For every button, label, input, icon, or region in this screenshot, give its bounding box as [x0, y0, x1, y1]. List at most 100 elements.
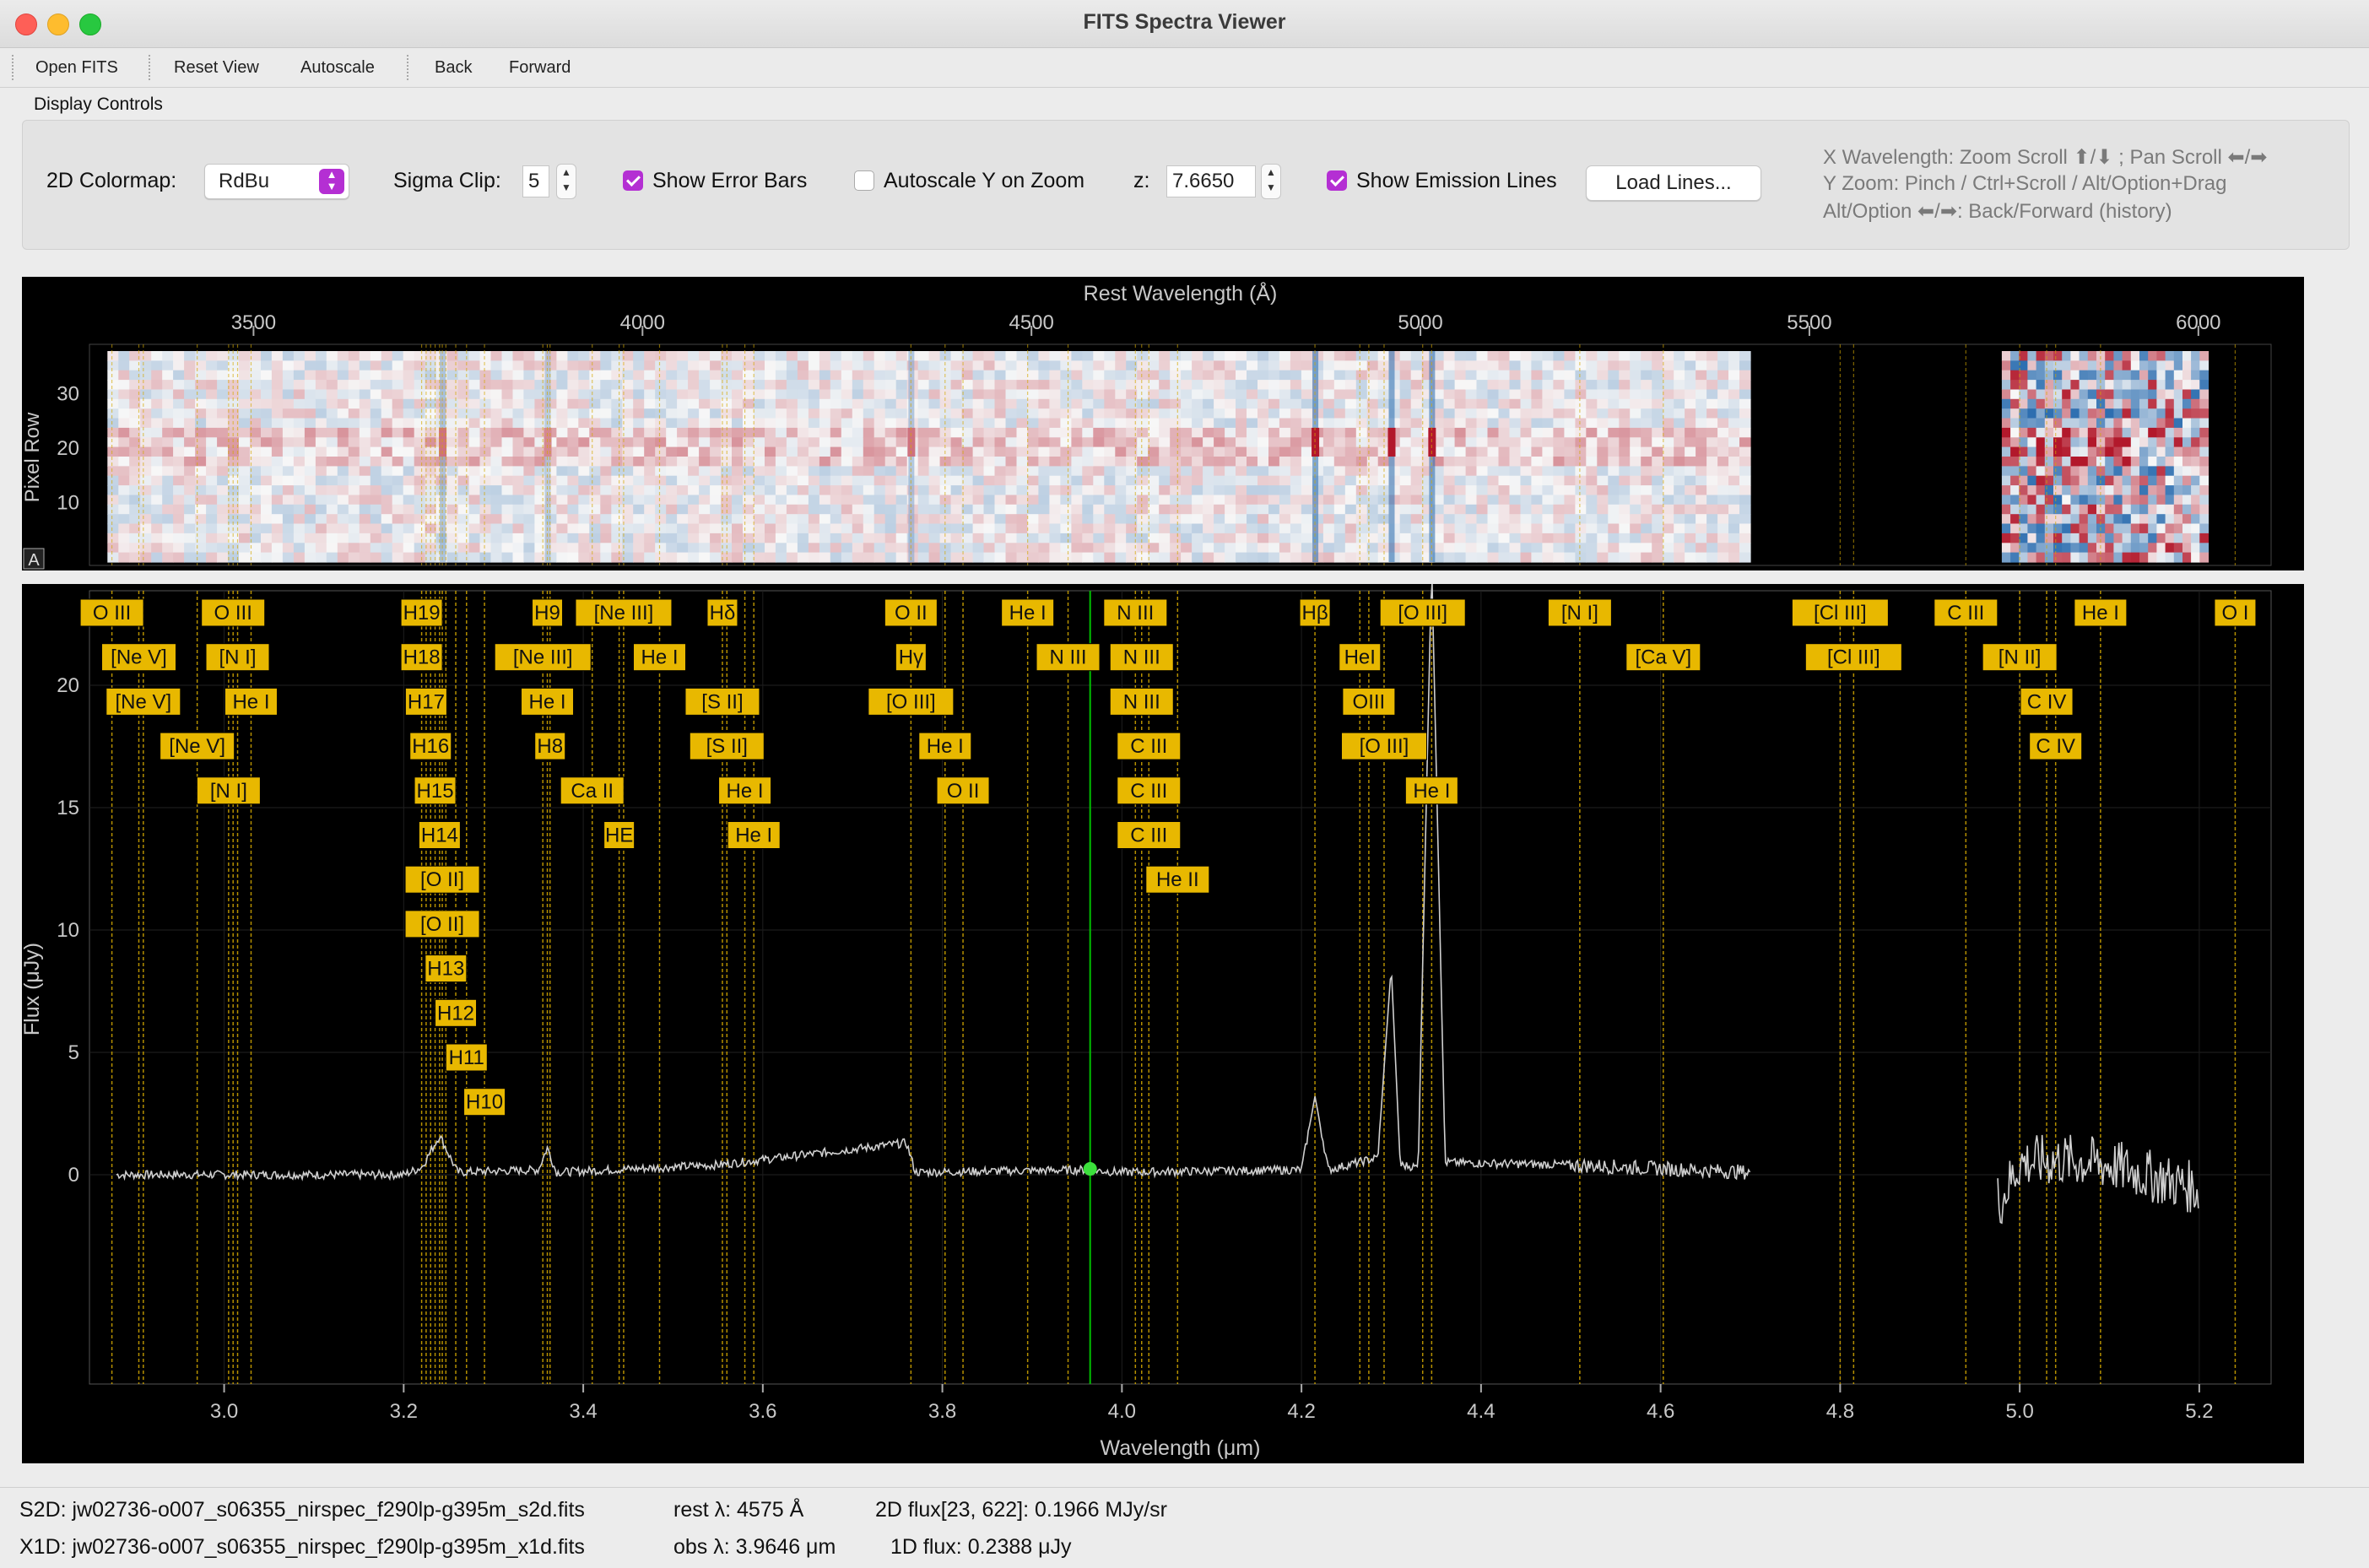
pixel-block — [1663, 543, 1674, 554]
pixel-block — [775, 514, 787, 525]
pixel-block — [2173, 351, 2183, 361]
pixel-block — [304, 427, 316, 438]
rest-tick-label: 5000 — [1398, 311, 1442, 334]
pixel-block — [786, 475, 798, 486]
pixel-block — [381, 457, 393, 467]
pixel-block — [699, 533, 711, 543]
pixel-block — [1465, 466, 1478, 477]
pixel-block — [1575, 360, 1587, 371]
pixel-block — [457, 370, 470, 381]
spectrum-1d-plot[interactable]: 05101520253.03.23.43.63.84.04.24.44.64.8… — [20, 552, 2304, 1463]
pixel-block — [1038, 523, 1050, 534]
pixel-block — [589, 437, 601, 448]
pixel-block — [2191, 437, 2200, 448]
pixel-block — [2173, 504, 2183, 515]
pixel-block — [2053, 523, 2063, 534]
forward-button[interactable]: Forward — [509, 58, 571, 78]
pixel-block — [1454, 552, 1467, 563]
pixel-block — [1082, 398, 1094, 409]
pixel-block — [1268, 389, 1280, 400]
pixel-block — [1093, 351, 1105, 361]
pixel-block — [1225, 533, 1236, 543]
show-emission-lines-checkbox[interactable] — [1327, 170, 1347, 191]
pixel-block — [556, 418, 568, 429]
pixel-block — [414, 446, 426, 457]
rest-tick-label: 6000 — [2176, 311, 2220, 334]
pixel-block — [337, 475, 349, 486]
sigma-clip-stepper[interactable]: ▲ ▼ — [556, 164, 576, 199]
pixel-block — [468, 552, 481, 563]
pixel-block — [972, 523, 985, 534]
pixel-block — [1159, 408, 1171, 419]
pixel-block — [1071, 398, 1083, 409]
pixel-block — [1739, 514, 1751, 525]
back-button[interactable]: Back — [435, 58, 472, 78]
pixel-block — [1597, 389, 1609, 400]
pixel-block — [2139, 380, 2149, 391]
load-lines-button[interactable]: Load Lines... — [1586, 165, 1761, 201]
pixel-block — [797, 457, 809, 467]
pixel-block — [2010, 533, 2020, 543]
pixel-block — [1531, 514, 1543, 525]
pixel-block — [2199, 437, 2209, 448]
pixel-block — [994, 495, 1007, 506]
pixel-block — [239, 495, 251, 506]
sigma-clip-input[interactable]: 5 — [522, 165, 549, 197]
pixel-block — [666, 418, 678, 429]
reset-view-button[interactable]: Reset View — [174, 58, 259, 78]
pixel-block — [765, 398, 776, 409]
pixel-block — [2079, 427, 2089, 438]
pixel-block — [950, 475, 963, 486]
spectrum-1d-canvas[interactable]: 05101520253.03.23.43.63.84.04.24.44.64.8… — [20, 552, 2304, 1463]
emission-line-label: [N I] — [196, 776, 261, 805]
pixel-block — [1586, 398, 1598, 409]
pixel-block — [2173, 418, 2183, 429]
pixel-block — [917, 475, 930, 486]
pixel-block — [1060, 504, 1072, 515]
pixel-block — [2079, 543, 2089, 554]
pixel-block — [819, 418, 831, 429]
spectrum-2d-plot[interactable]: Rest Wavelength (Å) 3500 4000 4500 5000 5500 6… — [21, 277, 2304, 570]
y-tick-label: 0 — [68, 1164, 79, 1187]
autoscale-y-checkbox[interactable] — [854, 170, 874, 191]
pixel-block — [1498, 552, 1511, 563]
pixel-block — [501, 523, 514, 534]
pixel-block — [1728, 418, 1740, 429]
pixel-block — [1301, 533, 1313, 543]
pixel-block — [118, 370, 130, 381]
pixel-block — [1049, 398, 1061, 409]
pixel-block — [337, 552, 349, 563]
redshift-input[interactable]: 7.6650 — [1166, 165, 1256, 197]
pixel-block — [1203, 533, 1214, 543]
pixel-block — [589, 418, 601, 429]
pixel-block — [655, 504, 667, 515]
pixel-block — [1159, 446, 1171, 457]
pixel-block — [1236, 495, 1247, 506]
pixel-block — [797, 504, 809, 515]
show-error-bars-checkbox[interactable] — [623, 170, 643, 191]
pixel-block — [534, 514, 546, 525]
pixel-block — [2191, 398, 2200, 409]
colormap-select[interactable]: RdBu ▲ ▼ — [204, 164, 349, 199]
autoscale-button[interactable]: Autoscale — [300, 58, 375, 78]
pixel-block — [655, 533, 667, 543]
pixel-block — [1476, 380, 1489, 391]
pixel-block — [315, 475, 327, 486]
pixel-block — [1016, 370, 1029, 381]
pixel-block — [611, 351, 623, 361]
pixel-block — [1071, 408, 1083, 419]
open-fits-button[interactable]: Open FITS — [35, 58, 118, 78]
pixel-block — [1564, 552, 1576, 563]
pixel-block — [414, 523, 426, 534]
pixel-block — [2062, 360, 2071, 371]
pixel-block — [2130, 457, 2140, 467]
spectrum-2d-canvas[interactable]: Rest Wavelength (Å)3500 4000 4500 5000 5500 6… — [21, 277, 2304, 570]
emission-line-label-text: N III — [1123, 690, 1160, 713]
pixel-block — [2062, 380, 2071, 391]
pixel-block — [1674, 514, 1685, 525]
pixel-block — [1542, 380, 1554, 391]
redshift-stepper[interactable]: ▲ ▼ — [1261, 164, 1281, 199]
pixel-block — [732, 523, 744, 534]
pixel-block — [403, 370, 415, 381]
pixel-block — [939, 485, 952, 496]
